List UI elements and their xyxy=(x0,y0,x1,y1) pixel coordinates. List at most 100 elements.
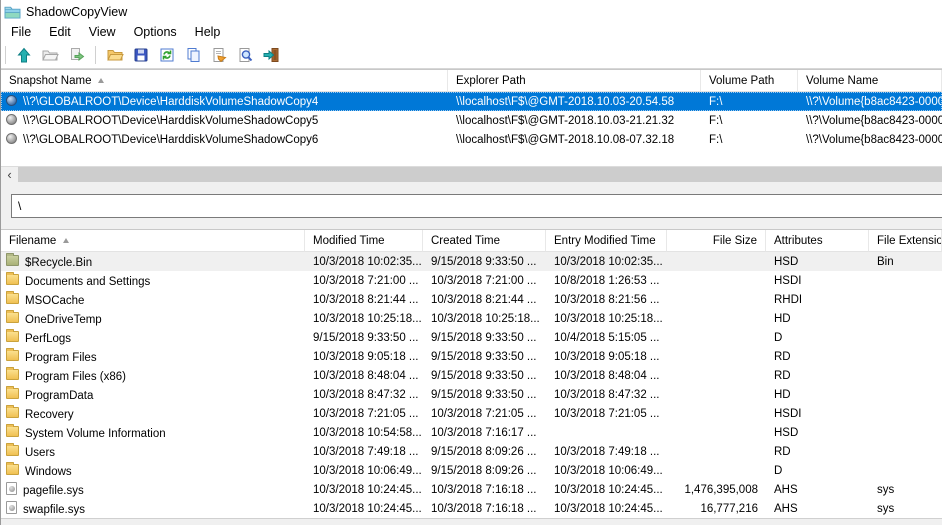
entry-modified-time: 10/3/2018 8:48:04 ... xyxy=(546,366,667,385)
snapshots-empty-area xyxy=(1,149,942,166)
file-size xyxy=(667,328,766,347)
file-extension xyxy=(869,347,942,366)
created-time: 10/3/2018 7:16:18 ... xyxy=(423,499,546,518)
column-header-snapshot-name[interactable]: Snapshot Name xyxy=(1,70,448,92)
table-row[interactable]: MSOCache 10/3/2018 8:21:44 ... 10/3/2018… xyxy=(1,290,942,309)
file-extension xyxy=(869,385,942,404)
file-extension xyxy=(869,423,942,442)
modified-time: 10/3/2018 8:48:04 ... xyxy=(305,366,423,385)
filename: $Recycle.Bin xyxy=(25,257,92,269)
spacer xyxy=(1,218,942,229)
column-header-created-time[interactable]: Created Time xyxy=(423,230,546,252)
column-header-explorer-path[interactable]: Explorer Path xyxy=(448,70,701,92)
open-folder-button[interactable] xyxy=(102,43,128,67)
app-folder-icon xyxy=(4,4,21,19)
attributes: HSDI xyxy=(766,404,869,423)
column-header-file-extension[interactable]: File Extension xyxy=(869,230,942,252)
created-time: 10/3/2018 8:21:44 ... xyxy=(423,290,546,309)
entry-modified-time: 10/3/2018 10:24:45... xyxy=(546,499,667,518)
file-extension: sys xyxy=(869,499,942,518)
filename: Program Files xyxy=(25,352,97,364)
menu-edit[interactable]: Edit xyxy=(40,23,80,42)
filename: Users xyxy=(25,447,55,459)
table-row[interactable]: ProgramData 10/3/2018 8:47:32 ... 9/15/2… xyxy=(1,385,942,404)
table-row[interactable]: OneDriveTemp 10/3/2018 10:25:18... 10/3/… xyxy=(1,309,942,328)
column-header-filename[interactable]: Filename xyxy=(1,230,305,252)
filename: OneDriveTemp xyxy=(25,314,102,326)
snapshot-row[interactable]: \\?\GLOBALROOT\Device\HarddiskVolumeShad… xyxy=(1,111,942,130)
volume-name: \\?\Volume{b8ac8423-0000 xyxy=(798,111,942,130)
files-header-row: Filename Modified Time Created Time Entr… xyxy=(1,230,942,252)
bottom-scrollbar-strip xyxy=(1,518,942,525)
properties-button[interactable] xyxy=(206,43,232,67)
file-type-icon xyxy=(6,445,19,456)
file-type-icon xyxy=(6,293,19,304)
table-row[interactable]: Users 10/3/2018 7:49:18 ... 9/15/2018 8:… xyxy=(1,442,942,461)
modified-time: 10/3/2018 8:47:32 ... xyxy=(305,385,423,404)
export-selected-button[interactable] xyxy=(63,43,89,67)
file-size xyxy=(667,442,766,461)
column-header-attributes[interactable]: Attributes xyxy=(766,230,869,252)
refresh-button[interactable] xyxy=(154,43,180,67)
table-row[interactable]: PerfLogs 9/15/2018 9:33:50 ... 9/15/2018… xyxy=(1,328,942,347)
entry-modified-time: 10/3/2018 7:49:18 ... xyxy=(546,442,667,461)
table-row[interactable]: Program Files (x86) 10/3/2018 8:48:04 ..… xyxy=(1,366,942,385)
entry-modified-time xyxy=(546,423,667,442)
file-type-icon xyxy=(6,501,17,514)
table-row[interactable]: System Volume Information 10/3/2018 10:5… xyxy=(1,423,942,442)
created-time: 9/15/2018 9:33:50 ... xyxy=(423,347,546,366)
refresh-icon xyxy=(158,46,176,64)
filename: PerfLogs xyxy=(25,333,71,345)
horizontal-scrollbar[interactable] xyxy=(1,166,942,182)
save-button[interactable] xyxy=(128,43,154,67)
file-type-icon xyxy=(6,312,19,323)
menu-options[interactable]: Options xyxy=(125,23,186,42)
snapshot-row[interactable]: \\?\GLOBALROOT\Device\HarddiskVolumeShad… xyxy=(1,92,942,111)
column-header-volume-path[interactable]: Volume Path xyxy=(701,70,798,92)
table-row[interactable]: $Recycle.Bin 10/3/2018 10:02:35... 9/15/… xyxy=(1,252,942,271)
exit-button[interactable] xyxy=(258,43,284,67)
copy-button[interactable] xyxy=(180,43,206,67)
toolbar-gripper xyxy=(5,46,6,64)
attributes: D xyxy=(766,461,869,480)
current-path-input[interactable] xyxy=(11,194,942,218)
snapshot-row[interactable]: \\?\GLOBALROOT\Device\HarddiskVolumeShad… xyxy=(1,130,942,149)
scrollbar-thumb[interactable] xyxy=(18,167,942,182)
go-up-icon xyxy=(15,46,33,64)
created-time: 10/3/2018 7:21:05 ... xyxy=(423,404,546,423)
snapshot-name: \\?\GLOBALROOT\Device\HarddiskVolumeShad… xyxy=(23,96,318,108)
toolbar-separator xyxy=(95,46,96,64)
table-row[interactable]: Windows 10/3/2018 10:06:49... 9/15/2018 … xyxy=(1,461,942,480)
shadow-copy-icon xyxy=(6,133,17,144)
column-header-file-size[interactable]: File Size xyxy=(667,230,766,252)
filename: swapfile.sys xyxy=(23,504,85,516)
table-row[interactable]: Program Files 10/3/2018 9:05:18 ... 9/15… xyxy=(1,347,942,366)
column-header-volume-name[interactable]: Volume Name xyxy=(798,70,942,92)
table-row[interactable]: swapfile.sys 10/3/2018 10:24:45... 10/3/… xyxy=(1,499,942,518)
entry-modified-time: 10/3/2018 10:24:45... xyxy=(546,480,667,499)
file-type-icon xyxy=(6,464,19,475)
entry-modified-time: 10/4/2018 5:15:05 ... xyxy=(546,328,667,347)
menu-help[interactable]: Help xyxy=(186,23,230,42)
file-size xyxy=(667,404,766,423)
table-row[interactable]: Recovery 10/3/2018 7:21:05 ... 10/3/2018… xyxy=(1,404,942,423)
attributes: RD xyxy=(766,442,869,461)
table-row[interactable]: Documents and Settings 10/3/2018 7:21:00… xyxy=(1,271,942,290)
menu-view[interactable]: View xyxy=(80,23,125,42)
column-header-entry-modified-time[interactable]: Entry Modified Time xyxy=(546,230,667,252)
created-time: 10/3/2018 7:16:17 ... xyxy=(423,423,546,442)
scroll-left-button[interactable] xyxy=(1,167,18,182)
title-bar: ShadowCopyView xyxy=(1,0,942,23)
open-in-explorer-button[interactable] xyxy=(37,43,63,67)
find-button[interactable] xyxy=(232,43,258,67)
file-extension xyxy=(869,290,942,309)
filename: System Volume Information xyxy=(25,428,166,440)
file-size: 1,476,395,008 xyxy=(667,480,766,499)
menu-file[interactable]: File xyxy=(2,23,40,42)
column-header-modified-time[interactable]: Modified Time xyxy=(305,230,423,252)
created-time: 9/15/2018 8:09:26 ... xyxy=(423,461,546,480)
go-up-button[interactable] xyxy=(11,43,37,67)
entry-modified-time: 10/3/2018 8:21:56 ... xyxy=(546,290,667,309)
explorer-path: \\localhost\F$\@GMT-2018.10.08-07.32.18 xyxy=(448,130,701,149)
table-row[interactable]: pagefile.sys 10/3/2018 10:24:45... 10/3/… xyxy=(1,480,942,499)
